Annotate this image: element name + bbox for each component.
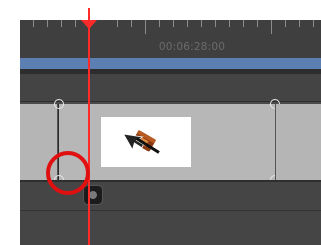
adjacent-clip-left[interactable] <box>20 104 58 180</box>
timecode-label: 00:06:28:00 <box>158 41 226 53</box>
ruler-tick-major <box>145 20 146 34</box>
ruler-tick <box>131 20 132 27</box>
ruler-tick <box>61 20 62 27</box>
ruler-tick <box>47 20 48 27</box>
work-area-bar[interactable] <box>20 58 321 69</box>
ruler-tick <box>299 20 300 27</box>
track-divider <box>20 210 321 211</box>
clip-thumbnail <box>101 117 191 167</box>
playhead-handle-icon[interactable] <box>81 20 97 29</box>
cursor-over-file-icon <box>122 129 160 154</box>
ruler-tick <box>33 20 34 27</box>
ruler-tick <box>75 20 76 27</box>
ruler-tick <box>243 20 244 27</box>
clip-corner-handle <box>54 99 64 109</box>
ruler-tick <box>159 20 160 27</box>
ruler-tick <box>229 20 230 27</box>
ruler-tick <box>201 20 202 27</box>
empty-track[interactable] <box>20 74 321 102</box>
time-ruler[interactable]: 00:06:28:00 <box>20 20 321 58</box>
playhead-line[interactable] <box>88 8 90 245</box>
ruler-tick-major <box>271 20 272 34</box>
ruler-tick <box>313 20 314 27</box>
ruler-tick <box>117 20 118 27</box>
keyframe-dot <box>89 191 97 199</box>
adjacent-clip-right[interactable] <box>275 104 321 180</box>
effects-track[interactable] <box>20 182 321 245</box>
ruler-tick <box>187 20 188 27</box>
ruler-tick <box>173 20 174 27</box>
keyframe-marker-icon[interactable] <box>84 186 102 204</box>
ruler-tick <box>257 20 258 27</box>
ruler-tick <box>285 20 286 27</box>
ruler-tick <box>215 20 216 27</box>
